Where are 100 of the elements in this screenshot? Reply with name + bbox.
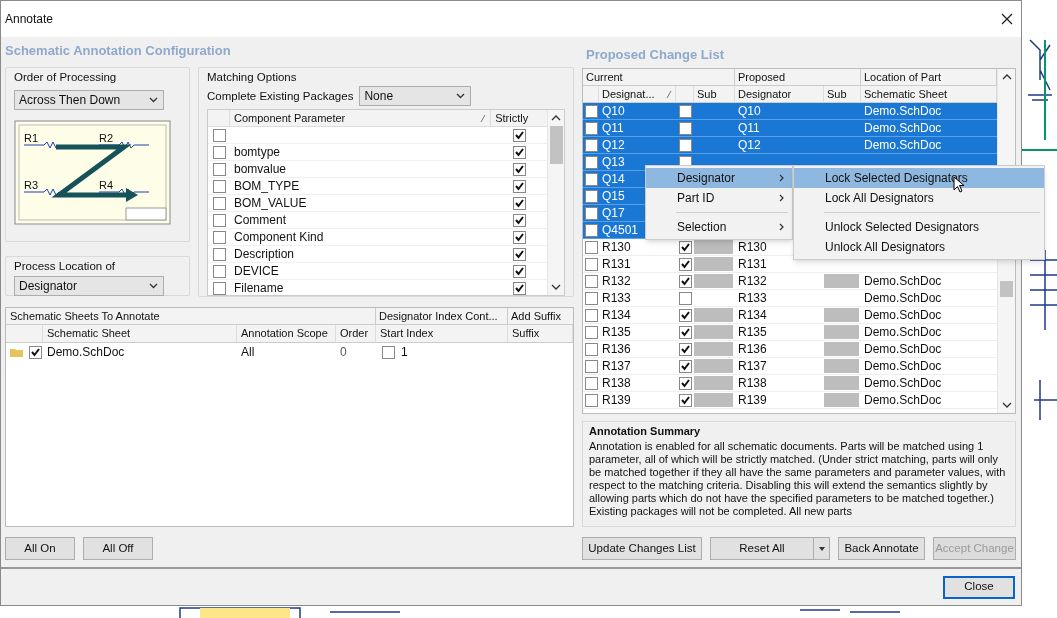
checkbox[interactable] (584, 308, 598, 322)
checkbox[interactable] (584, 291, 598, 305)
checkbox[interactable] (584, 206, 598, 220)
checkbox[interactable] (584, 393, 598, 407)
checkbox[interactable] (584, 223, 598, 237)
button[interactable]: All Off (83, 537, 153, 560)
dropdown[interactable]: None (359, 86, 472, 107)
checkbox[interactable] (678, 104, 692, 118)
table-cell: DEVICE (234, 264, 279, 279)
checkbox[interactable] (584, 138, 598, 152)
checkbox[interactable] (584, 342, 598, 356)
checkbox[interactable] (678, 308, 692, 322)
checkbox[interactable] (29, 345, 42, 359)
checkbox[interactable] (512, 179, 526, 193)
table-row[interactable]: Q11 Q11 Demo.SchDoc (583, 120, 997, 137)
checkbox[interactable] (212, 281, 226, 295)
checkbox[interactable] (584, 257, 598, 271)
locked-cell (694, 308, 733, 322)
checkbox[interactable] (678, 121, 692, 135)
checkbox[interactable] (212, 213, 226, 227)
checkbox[interactable] (584, 172, 598, 186)
checkbox[interactable] (584, 104, 598, 118)
button[interactable]: Update Changes List (582, 537, 702, 560)
checkbox[interactable] (584, 189, 598, 203)
menu-item[interactable]: Lock All Designators (794, 188, 1044, 208)
table-cell: Q12 (602, 138, 625, 152)
table-cell: Description (234, 247, 295, 262)
menu-item[interactable]: Unlock Selected Designators (794, 217, 1044, 237)
scrollbar-thumb[interactable] (1000, 281, 1013, 297)
checkbox[interactable] (512, 230, 526, 244)
table-row[interactable]: R135 R135 Demo.SchDoc (583, 324, 997, 341)
checkbox[interactable] (584, 155, 598, 169)
scrollbar-thumb[interactable] (549, 126, 563, 165)
checkbox[interactable] (584, 359, 598, 373)
checkbox[interactable] (678, 274, 692, 288)
checkbox[interactable] (512, 247, 526, 261)
checkbox[interactable] (212, 145, 226, 159)
table-cell: R131 (738, 257, 767, 271)
dropdown-button[interactable] (814, 537, 830, 560)
checkbox[interactable] (212, 247, 226, 261)
checkbox[interactable] (512, 162, 526, 176)
chevron-right-icon (779, 194, 784, 202)
table-row[interactable]: Q12 Q12 Demo.SchDoc (583, 137, 997, 154)
table-cell: R134 (602, 308, 631, 322)
section-heading: Proposed Change List (585, 46, 725, 64)
table-row[interactable]: Q10 Q10 Demo.SchDoc (583, 103, 997, 120)
dropdown[interactable]: Across Then Down (14, 90, 164, 111)
checkbox[interactable] (678, 393, 692, 407)
table-row[interactable]: R139 R139 Demo.SchDoc (583, 392, 997, 409)
checkbox[interactable] (678, 342, 692, 356)
checkbox[interactable] (584, 376, 598, 390)
locked-cell (824, 325, 859, 339)
checkbox[interactable] (512, 196, 526, 210)
checkbox[interactable] (212, 264, 226, 278)
table-cell: R139 (602, 393, 631, 407)
checkbox[interactable] (584, 121, 598, 135)
checkbox[interactable] (512, 213, 526, 227)
checkbox[interactable] (678, 291, 692, 305)
checkbox[interactable] (584, 325, 598, 339)
table-cell: R136 (738, 342, 767, 356)
menu-item[interactable]: Part ID (646, 188, 792, 208)
menu-item[interactable]: Lock Selected Designators (794, 168, 1044, 188)
menu-item[interactable]: Selection (646, 217, 792, 237)
checkbox[interactable] (512, 128, 526, 142)
checkbox[interactable] (512, 264, 526, 278)
table-row[interactable]: R132 R132 Demo.SchDoc (583, 273, 997, 290)
locked-cell (694, 257, 733, 271)
scroll-down-icon (1001, 401, 1012, 409)
checkbox[interactable] (678, 240, 692, 254)
table-cell: R133 (602, 291, 631, 305)
checkbox[interactable] (212, 162, 226, 176)
menu-item[interactable]: Designator (646, 168, 792, 188)
table-row[interactable]: R138 R138 Demo.SchDoc (583, 375, 997, 392)
checkbox[interactable] (678, 138, 692, 152)
button[interactable]: All On (5, 537, 75, 560)
checkbox[interactable] (512, 281, 526, 295)
table-row[interactable]: R134 R134 Demo.SchDoc (583, 307, 997, 324)
scrollbar[interactable] (547, 110, 564, 295)
checkbox[interactable] (512, 145, 526, 159)
table-row[interactable]: R136 R136 Demo.SchDoc (583, 341, 997, 358)
checkbox[interactable] (212, 196, 226, 210)
table-cell: R137 (738, 359, 767, 373)
group-label: Order of Processing (14, 70, 118, 85)
checkbox[interactable] (678, 257, 692, 271)
table-row[interactable]: R133 R133 Demo.SchDoc (583, 290, 997, 307)
dropdown[interactable]: Designator (14, 276, 164, 297)
checkbox[interactable] (212, 128, 226, 142)
checkbox[interactable] (212, 230, 226, 244)
button[interactable]: Back Annotate (838, 537, 925, 560)
close-button[interactable]: Close (943, 575, 1015, 599)
checkbox[interactable] (584, 274, 598, 288)
checkbox[interactable] (678, 325, 692, 339)
locked-cell (824, 376, 859, 390)
button[interactable]: Reset All (710, 537, 814, 560)
checkbox[interactable] (382, 345, 395, 359)
checkbox[interactable] (584, 240, 598, 254)
checkbox[interactable] (678, 376, 692, 390)
checkbox[interactable] (678, 359, 692, 373)
checkbox[interactable] (212, 179, 226, 193)
table-row[interactable]: R137 R137 Demo.SchDoc (583, 358, 997, 375)
